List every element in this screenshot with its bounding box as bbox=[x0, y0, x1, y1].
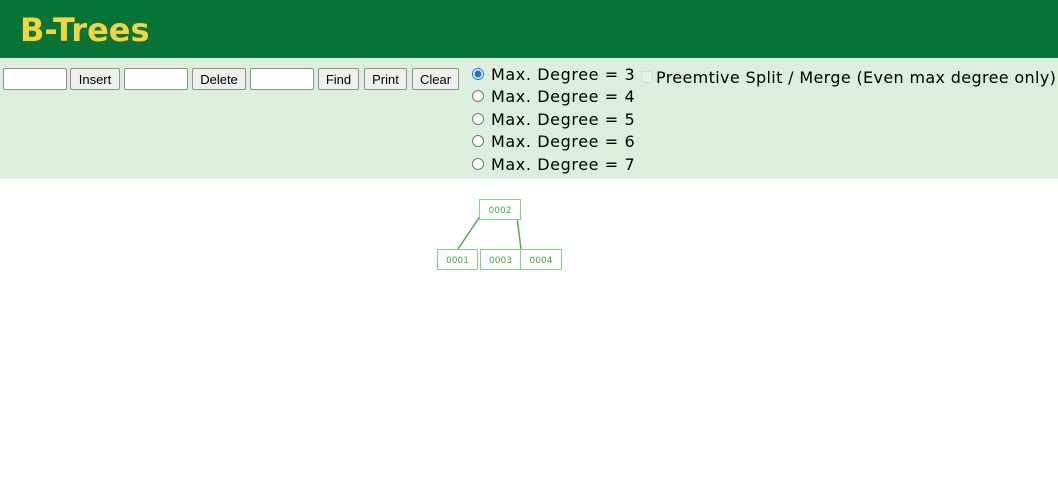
tree-node-child-1: 0001 bbox=[437, 249, 478, 270]
degree-radio-3[interactable] bbox=[472, 68, 484, 80]
degree-radio-5[interactable] bbox=[472, 113, 484, 125]
degree-label-7: Max. Degree = 7 bbox=[491, 154, 636, 174]
degree-option-7[interactable]: Max. Degree = 7 bbox=[471, 153, 635, 175]
preemptive-option[interactable]: Preemtive Split / Merge (Even max degree… bbox=[640, 66, 1056, 88]
root-key-1: 0002 bbox=[489, 206, 512, 216]
insert-button[interactable]: Insert bbox=[70, 68, 120, 90]
preemptive-label: Preemtive Split / Merge (Even max degree… bbox=[656, 67, 1057, 87]
child-1-key-1: 0001 bbox=[446, 256, 469, 266]
degree-label-5: Max. Degree = 5 bbox=[491, 109, 636, 129]
delete-input[interactable] bbox=[124, 68, 188, 90]
degree-radio-6[interactable] bbox=[472, 135, 484, 147]
print-button[interactable]: Print bbox=[364, 68, 407, 90]
degree-radio-7[interactable] bbox=[472, 158, 484, 170]
degree-option-5[interactable]: Max. Degree = 5 bbox=[471, 108, 635, 130]
insert-input[interactable] bbox=[3, 68, 67, 90]
degree-option-6[interactable]: Max. Degree = 6 bbox=[471, 130, 635, 152]
clear-button[interactable]: Clear bbox=[412, 68, 459, 90]
btree-canvas: 0002 0001 0003 0004 bbox=[437, 199, 562, 270]
header-bar: B-Trees bbox=[0, 0, 1058, 58]
find-button[interactable]: Find bbox=[318, 68, 359, 90]
degree-option-3[interactable]: Max. Degree = 3 bbox=[471, 63, 635, 85]
child-2-key-2: 0004 bbox=[530, 256, 553, 266]
page-title: B-Trees bbox=[20, 11, 150, 49]
child-2-key-1: 0003 bbox=[489, 256, 512, 266]
tree-node-root: 0002 bbox=[479, 199, 521, 220]
degree-radio-4[interactable] bbox=[472, 90, 484, 102]
degree-label-4: Max. Degree = 4 bbox=[491, 86, 636, 106]
delete-button[interactable]: Delete bbox=[192, 68, 246, 90]
degree-option-4[interactable]: Max. Degree = 4 bbox=[471, 85, 635, 107]
degree-label-3: Max. Degree = 3 bbox=[491, 64, 636, 84]
tree-node-child-2: 0003 0004 bbox=[480, 249, 562, 270]
control-panel: Insert Delete Find Print Clear Max. Degr… bbox=[0, 58, 1058, 179]
find-input[interactable] bbox=[250, 68, 314, 90]
degree-label-6: Max. Degree = 6 bbox=[491, 131, 636, 151]
preemptive-checkbox[interactable] bbox=[641, 71, 653, 83]
